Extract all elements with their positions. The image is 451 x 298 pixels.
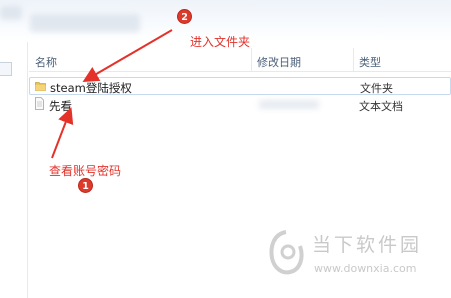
annotation-view-account: 查看账号密码 bbox=[49, 164, 122, 178]
watermark-title: 当下软件园 bbox=[312, 234, 423, 256]
annotation-enter-folder: 进入文件夹 bbox=[190, 35, 251, 49]
arrow-to-folder bbox=[82, 29, 173, 83]
step-1-badge: 1 bbox=[78, 178, 93, 193]
watermark-logo-icon bbox=[269, 230, 304, 275]
arrow-to-readme bbox=[51, 107, 74, 159]
watermark-url: www.downxia.com bbox=[314, 262, 417, 275]
step-2-badge: 2 bbox=[177, 9, 192, 24]
